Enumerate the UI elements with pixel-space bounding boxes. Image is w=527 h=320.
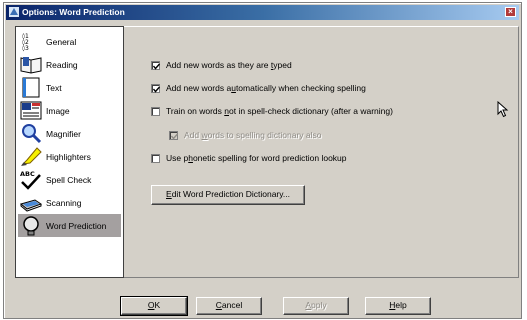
nav-label: Highlighters: [46, 152, 91, 162]
nav-label: General: [46, 37, 77, 47]
nav-item-spell-check[interactable]: ABC Spell Check: [18, 168, 122, 191]
add-words-spelling-dictionary-checkbox[interactable]: [169, 131, 179, 140]
nav-item-word-prediction[interactable]: Word Prediction: [18, 214, 121, 237]
mouse-pointer-icon: [497, 101, 509, 118]
highlighter-pen-icon: [21, 147, 42, 166]
edit-dictionary-button[interactable]: Edit Word Prediction Dictionary...: [151, 185, 305, 205]
phonetic-spelling-checkbox[interactable]: [151, 154, 160, 163]
title-bar: Options: Word Prediction ×: [6, 5, 519, 20]
options-dialog: Options: Word Prediction × ◊1 ◊2 ◊3 Gene…: [3, 2, 522, 319]
svg-text:ABC: ABC: [20, 170, 35, 178]
svg-text:◊3: ◊3: [22, 45, 29, 52]
ok-button[interactable]: OK: [120, 296, 188, 316]
category-list: ◊1 ◊2 ◊3 General Reading Text Image Magn…: [15, 26, 124, 278]
nav-label: Text: [46, 83, 62, 93]
add-words-spelling-checkbox[interactable]: [151, 84, 161, 93]
checkmark-icon: [152, 63, 161, 70]
nav-label: Scanning: [46, 198, 82, 208]
checkmark-icon: [152, 86, 161, 93]
word-prediction-options-panel: Add new words as they are typed Add new …: [124, 26, 519, 278]
help-button[interactable]: Help: [365, 297, 431, 315]
reading-book-icon: [20, 57, 42, 74]
checkmark-icon: [170, 133, 179, 140]
nav-item-scanning[interactable]: Scanning: [18, 191, 122, 214]
nav-item-general[interactable]: ◊1 ◊2 ◊3 General: [18, 30, 122, 53]
nav-label: Spell Check: [46, 175, 92, 185]
magnifier-icon: [22, 124, 42, 144]
nav-item-magnifier[interactable]: Magnifier: [18, 122, 122, 145]
nav-label: Image: [46, 106, 70, 116]
spell-check-icon: ABC: [20, 170, 41, 190]
apply-button[interactable]: Apply: [283, 297, 349, 315]
word-prediction-icon: [23, 216, 39, 236]
nav-label: Magnifier: [46, 129, 81, 139]
text-page-icon: [22, 77, 40, 98]
train-not-in-dictionary-checkbox[interactable]: [151, 107, 160, 116]
window-title: Options: Word Prediction: [22, 7, 125, 17]
scanner-icon: [20, 199, 42, 212]
add-words-typed-checkbox[interactable]: [151, 61, 161, 70]
nav-label: Reading: [46, 60, 78, 70]
close-button[interactable]: ×: [505, 7, 516, 17]
nav-item-highlighters[interactable]: Highlighters: [18, 145, 122, 168]
image-picture-icon: [20, 101, 42, 120]
close-icon: ×: [508, 7, 513, 16]
general-sliders-icon: ◊1 ◊2 ◊3: [22, 33, 29, 52]
nav-label: Word Prediction: [46, 221, 107, 231]
app-icon: [9, 7, 19, 17]
cancel-button[interactable]: Cancel: [196, 297, 262, 315]
nav-item-text[interactable]: Text: [18, 76, 122, 99]
nav-item-reading[interactable]: Reading: [18, 53, 122, 76]
nav-item-image[interactable]: Image: [18, 99, 122, 122]
